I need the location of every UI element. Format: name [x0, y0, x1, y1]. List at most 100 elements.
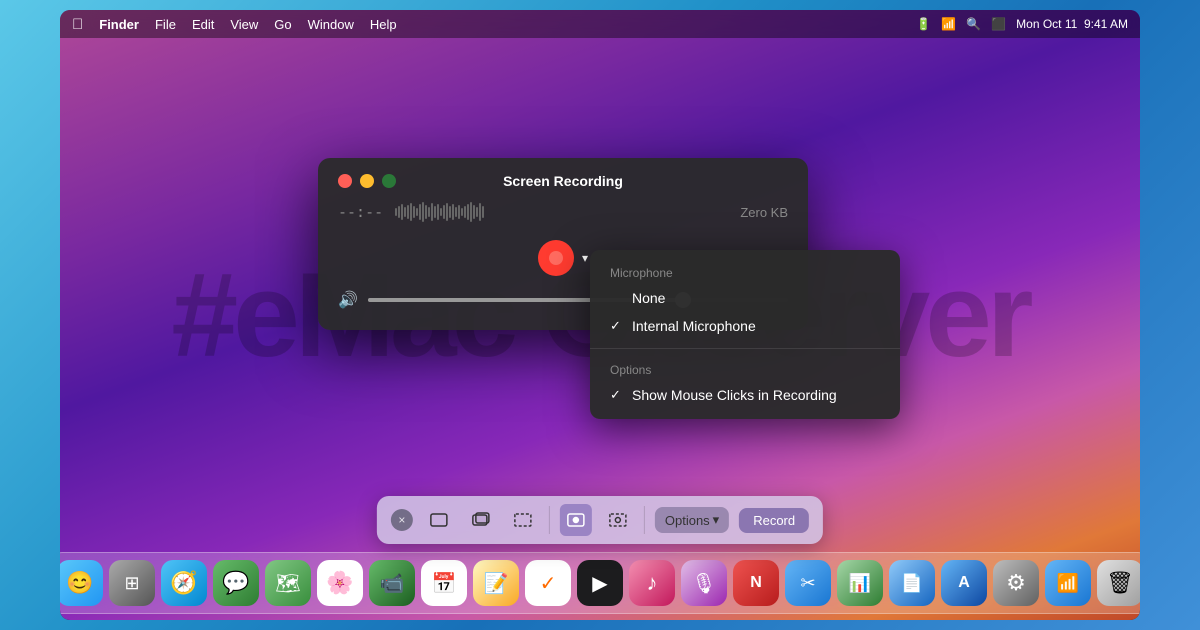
waveform-bar: [413, 206, 415, 218]
menubar-view[interactable]: View: [230, 17, 258, 32]
battery-icon: 🔋: [916, 17, 931, 31]
desktop-background: #eMac Observer  Finder File Edit View G…: [60, 10, 1140, 620]
full-screen-record-button[interactable]: [560, 504, 592, 536]
waveform-bar: [464, 206, 466, 218]
waveform-bar: [473, 205, 475, 219]
dock-maps[interactable]: 🗺: [265, 560, 311, 606]
laptop-screen: #eMac Observer  Finder File Edit View G…: [60, 10, 1140, 620]
recording-size: Zero KB: [740, 205, 788, 220]
maximize-button[interactable]: [382, 174, 396, 188]
microphone-section-label: Microphone: [590, 260, 900, 284]
dock-wifi[interactable]: 📶: [1045, 560, 1091, 606]
dock-facetime[interactable]: 📹: [369, 560, 415, 606]
microphone-none-label: None: [632, 290, 665, 306]
microphone-none-item[interactable]: None: [590, 284, 900, 312]
outer-frame: #eMac Observer  Finder File Edit View G…: [0, 0, 1200, 630]
record-button[interactable]: [538, 240, 574, 276]
waveform-bar: [470, 202, 472, 222]
microphone-internal-label: Internal Microphone: [632, 318, 756, 334]
toolbar-divider-1: [549, 506, 550, 534]
screenshot-toolbar: ×: [377, 496, 823, 544]
window-titlebar: Screen Recording: [338, 174, 788, 188]
waveform-bar: [455, 207, 457, 217]
waveform-bar: [476, 207, 478, 217]
waveform-bar: [398, 206, 400, 218]
full-screen-capture-button[interactable]: [423, 504, 455, 536]
options-label: Options: [665, 513, 710, 528]
dock-podcasts[interactable]: 🎙: [681, 560, 727, 606]
options-button[interactable]: Options ▾: [655, 507, 729, 533]
waveform-bar: [395, 208, 397, 216]
check-internal-microphone: ✓: [610, 318, 624, 334]
dock-numbers[interactable]: 📊: [837, 560, 883, 606]
waveform-bar: [407, 205, 409, 219]
window-capture-button[interactable]: [465, 504, 497, 536]
waveform-bar: [419, 204, 421, 220]
waveform-bar: [416, 208, 418, 216]
menubar-help[interactable]: Help: [370, 17, 397, 32]
microphone-internal-item[interactable]: ✓ Internal Microphone: [590, 312, 900, 340]
waveform-bar: [446, 203, 448, 221]
menubar-left:  Finder File Edit View Go Window Help: [72, 16, 397, 33]
apple-menu[interactable]: : [72, 16, 83, 33]
dropdown-arrow[interactable]: ▾: [582, 251, 588, 265]
menu-divider: [590, 348, 900, 349]
dock-calendar[interactable]: 📅: [421, 560, 467, 606]
waveform-bar: [404, 207, 406, 217]
waveform-bar: [437, 204, 439, 220]
waveform-bar: [434, 206, 436, 218]
dock-photos[interactable]: 🌸: [317, 560, 363, 606]
toolbar-divider-2: [644, 506, 645, 534]
waveform-bar: [431, 203, 433, 221]
wifi-icon: 📶: [941, 17, 956, 31]
recording-timer: --:--: [338, 203, 383, 221]
selection-capture-button[interactable]: [507, 504, 539, 536]
dock-clips[interactable]: ✂: [785, 560, 831, 606]
record-inner-dot: [549, 251, 563, 265]
dock-music[interactable]: ♪: [629, 560, 675, 606]
show-mouse-clicks-label: Show Mouse Clicks in Recording: [632, 387, 837, 403]
dock-trash[interactable]: 🗑: [1097, 560, 1140, 606]
menubar-go[interactable]: Go: [274, 17, 291, 32]
dock-pages[interactable]: 📄: [889, 560, 935, 606]
show-mouse-clicks-item[interactable]: ✓ Show Mouse Clicks in Recording: [590, 381, 900, 409]
recording-info-row: --:--: [338, 202, 788, 222]
record-button-toolbar[interactable]: Record: [739, 508, 809, 533]
selection-record-button[interactable]: [602, 504, 634, 536]
control-center-icon[interactable]: ⬛: [991, 17, 1006, 31]
options-section-label: Options: [590, 357, 900, 381]
toolbar-close-button[interactable]: ×: [391, 509, 413, 531]
dock-appletv[interactable]: ▶: [577, 560, 623, 606]
traffic-lights: [338, 174, 396, 188]
dock-appstore[interactable]: A: [941, 560, 987, 606]
waveform-bar: [428, 207, 430, 217]
menubar-edit[interactable]: Edit: [192, 17, 214, 32]
dock-finder[interactable]: 😊: [60, 560, 103, 606]
dock-reminders[interactable]: ✓: [525, 560, 571, 606]
dock-notes[interactable]: 📝: [473, 560, 519, 606]
waveform-bar: [467, 204, 469, 220]
menubar-finder[interactable]: Finder: [99, 17, 139, 32]
search-icon[interactable]: 🔍: [966, 17, 981, 31]
datetime-display: Mon Oct 11 9:41 AM: [1016, 17, 1128, 31]
waveform-bar: [461, 208, 463, 216]
dock-news[interactable]: N: [733, 560, 779, 606]
dock-messages[interactable]: 💬: [213, 560, 259, 606]
waveform-bar: [422, 202, 424, 222]
options-arrow-icon: ▾: [713, 512, 720, 528]
check-show-mouse-clicks: ✓: [610, 387, 624, 403]
dock-system-preferences[interactable]: ⚙: [993, 560, 1039, 606]
waveform-bar: [452, 204, 454, 220]
menubar-file[interactable]: File: [155, 17, 176, 32]
waveform-bar: [449, 206, 451, 218]
recording-waveform: [395, 202, 728, 222]
waveform-bar: [458, 205, 460, 219]
volume-icon[interactable]: 🔊: [338, 290, 358, 310]
minimize-button[interactable]: [360, 174, 374, 188]
waveform-bar: [425, 205, 427, 219]
dock-launchpad[interactable]: ⊞: [109, 560, 155, 606]
close-button[interactable]: [338, 174, 352, 188]
window-title: Screen Recording: [503, 173, 623, 189]
menubar-window[interactable]: Window: [308, 17, 354, 32]
dock-safari[interactable]: 🧭: [161, 560, 207, 606]
